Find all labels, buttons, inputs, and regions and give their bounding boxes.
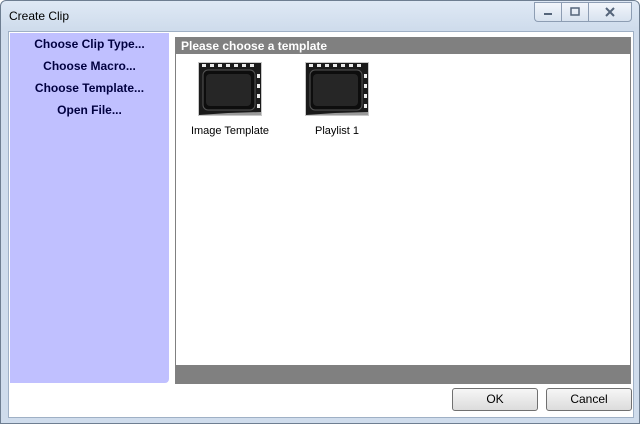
maximize-icon [570,7,580,16]
panel-header: Please choose a template [176,38,630,54]
maximize-button[interactable] [561,2,588,22]
template-label: Image Template [190,125,270,137]
ok-button[interactable]: OK [452,388,538,411]
close-button[interactable] [588,2,632,22]
minimize-button[interactable] [534,2,561,22]
close-icon [605,7,615,17]
create-clip-window: Create Clip Choose Clip Type... Choose M… [0,0,640,424]
step-choose-template[interactable]: Choose Template... [10,77,169,99]
minimize-icon [544,13,552,15]
title-bar[interactable]: Create Clip [1,1,639,31]
film-frame-icon [305,62,369,116]
template-item-playlist-1[interactable]: Playlist 1 [287,62,387,137]
cancel-button[interactable]: Cancel [546,388,632,411]
dialog-client-area: Choose Clip Type... Choose Macro... Choo… [8,31,634,418]
film-frame-icon [198,62,262,116]
wizard-steps-sidebar: Choose Clip Type... Choose Macro... Choo… [10,33,169,383]
caption-buttons [534,2,632,22]
template-label: Playlist 1 [314,125,360,137]
window-title: Create Clip [9,9,70,23]
step-open-file[interactable]: Open File... [10,99,169,121]
panel-footer-bar [176,365,630,383]
step-choose-macro[interactable]: Choose Macro... [10,55,169,77]
template-item-image-template[interactable]: Image Template [180,62,280,137]
template-panel: Please choose a template Image Template … [175,37,631,384]
step-choose-clip-type[interactable]: Choose Clip Type... [10,33,169,55]
